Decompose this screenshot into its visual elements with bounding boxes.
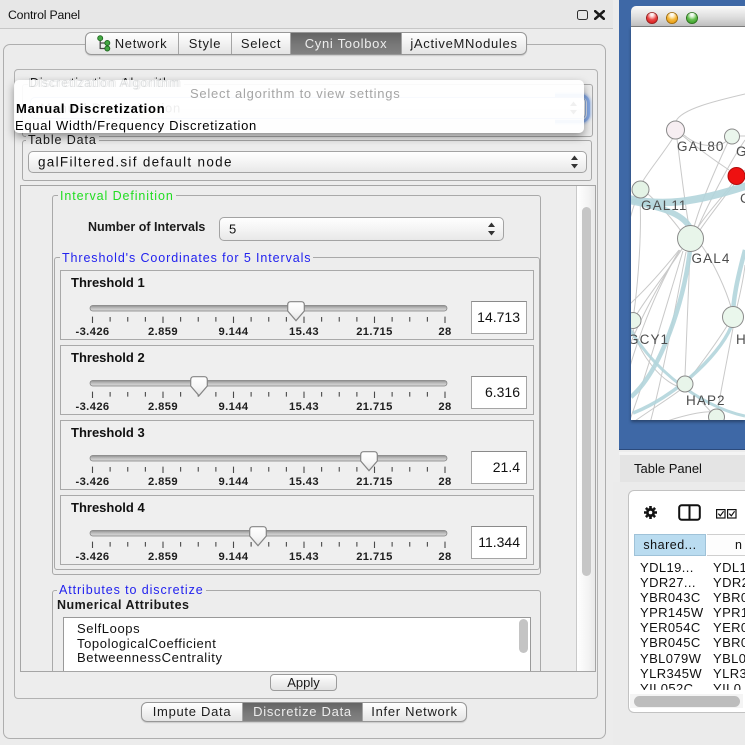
svg-text:HAP2: HAP2: [686, 393, 726, 408]
svg-text:GA: GA: [736, 144, 745, 159]
svg-text:-3.426: -3.426: [75, 476, 109, 488]
svg-text:21.715: 21.715: [356, 551, 393, 563]
svg-text:15.43: 15.43: [289, 476, 319, 488]
svg-text:15.43: 15.43: [289, 401, 319, 413]
svg-text:2.859: 2.859: [148, 401, 178, 413]
svg-text:9.144: 9.144: [219, 551, 249, 563]
svg-text:28: 28: [438, 401, 451, 413]
svg-text:9.144: 9.144: [219, 401, 249, 413]
svg-text:-3.426: -3.426: [75, 401, 109, 413]
svg-text:28: 28: [438, 326, 451, 338]
svg-text:21.715: 21.715: [356, 401, 393, 413]
svg-text:GAL80: GAL80: [677, 139, 725, 154]
svg-text:2.859: 2.859: [148, 326, 178, 338]
svg-text:21.715: 21.715: [356, 476, 393, 488]
svg-text:15.43: 15.43: [289, 551, 319, 563]
svg-text:15.43: 15.43: [289, 326, 319, 338]
svg-text:-3.426: -3.426: [75, 326, 109, 338]
svg-text:GAL4: GAL4: [692, 251, 731, 266]
svg-text:GCY1: GCY1: [631, 332, 669, 347]
svg-text:2.859: 2.859: [148, 551, 178, 563]
svg-text:GAL11: GAL11: [641, 198, 688, 213]
svg-text:28: 28: [438, 476, 451, 488]
svg-text:28: 28: [438, 551, 451, 563]
svg-text:-3.426: -3.426: [75, 551, 109, 563]
svg-text:C: C: [740, 191, 745, 206]
svg-text:2.859: 2.859: [148, 476, 178, 488]
svg-text:9.144: 9.144: [219, 476, 249, 488]
svg-text:21.715: 21.715: [356, 326, 393, 338]
svg-text:H: H: [736, 332, 745, 347]
svg-text:9.144: 9.144: [219, 326, 249, 338]
